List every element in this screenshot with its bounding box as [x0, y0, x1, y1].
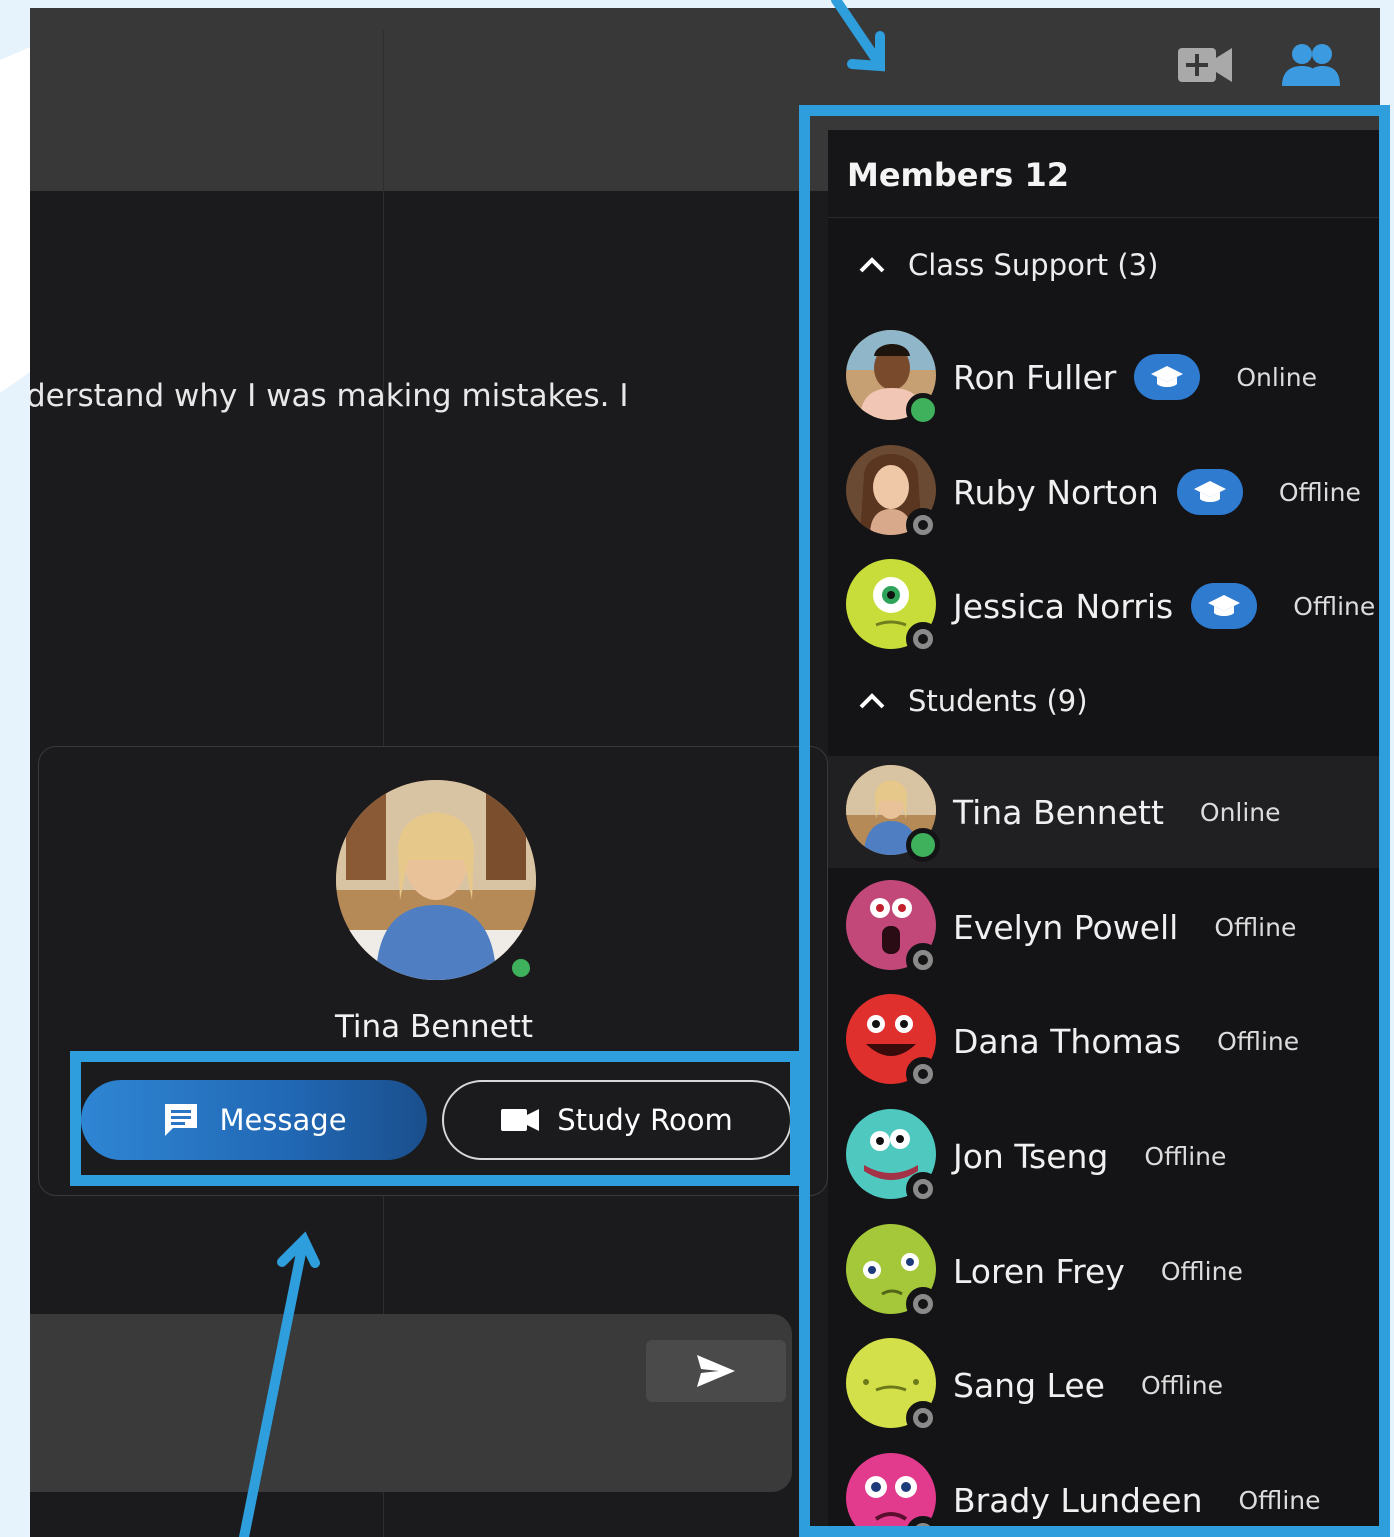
arrow-down-icon [831, 0, 885, 72]
callout-arrows [239, 0, 885, 1537]
arrow-up-icon [239, 1231, 320, 1537]
